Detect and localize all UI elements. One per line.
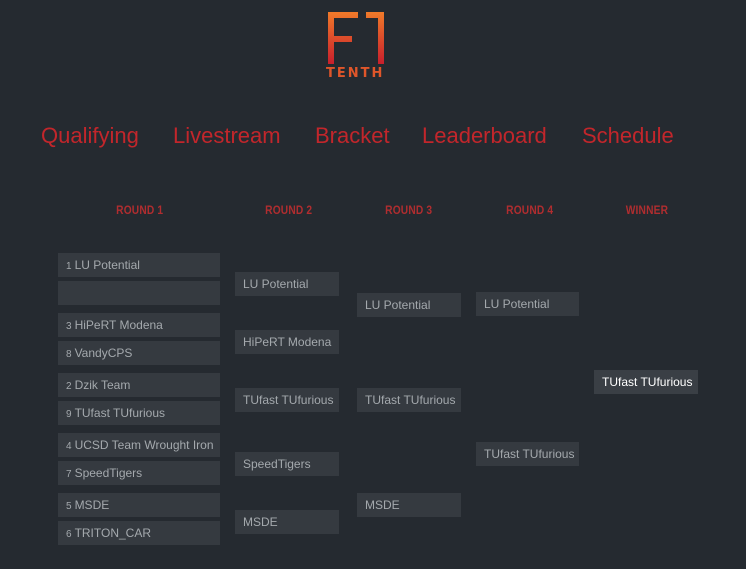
nav-schedule[interactable]: Schedule: [582, 123, 674, 149]
seed-number: 4: [66, 441, 72, 452]
winner-team[interactable]: TUfast TUfurious: [594, 370, 698, 394]
round-1-label: ROUND 1: [116, 203, 164, 217]
round1-team[interactable]: 5 MSDE: [58, 493, 220, 517]
seed-number: 8: [66, 349, 72, 360]
round1-team[interactable]: 2 Dzik Team: [58, 373, 220, 397]
team-name: VandyCPS: [74, 346, 133, 360]
team-name: TRITON_CAR: [74, 526, 152, 540]
round3-team[interactable]: TUfast TUfurious: [357, 388, 461, 412]
team-name: TUfast TUfurious: [74, 406, 166, 420]
logo-tenth-text: TENTH: [326, 66, 385, 81]
round4-team[interactable]: LU Potential: [476, 292, 579, 316]
seed-number: 5: [66, 501, 72, 512]
round4-team[interactable]: TUfast TUfurious: [476, 442, 579, 466]
round2-team[interactable]: MSDE: [235, 510, 339, 534]
team-name: Dzik Team: [74, 378, 131, 392]
nav-leaderboard[interactable]: Leaderboard: [422, 123, 547, 149]
round-4-label: ROUND 4: [506, 203, 554, 217]
seed-number: 1: [66, 261, 72, 272]
round2-team[interactable]: HiPeRT Modena: [235, 330, 339, 354]
team-name: UCSD Team Wrought Iron: [74, 438, 214, 452]
team-name: SpeedTigers: [74, 466, 143, 480]
nav-livestream[interactable]: Livestream: [173, 123, 281, 149]
round1-team[interactable]: 9 TUfast TUfurious: [58, 401, 220, 425]
round2-team[interactable]: LU Potential: [235, 272, 339, 296]
round1-team-empty: [58, 281, 220, 305]
round2-team[interactable]: TUfast TUfurious: [235, 388, 339, 412]
round1-team[interactable]: 7 SpeedTigers: [58, 461, 220, 485]
round2-team[interactable]: SpeedTigers: [235, 452, 339, 476]
round1-team[interactable]: 3 HiPeRT Modena: [58, 313, 220, 337]
round3-team[interactable]: MSDE: [357, 493, 461, 517]
team-name: HiPeRT Modena: [74, 318, 163, 332]
team-name: MSDE: [74, 498, 110, 512]
nav-bracket[interactable]: Bracket: [315, 123, 390, 149]
team-name: LU Potential: [74, 258, 140, 272]
seed-number: 2: [66, 381, 72, 392]
nav-qualifying[interactable]: Qualifying: [41, 123, 139, 149]
round1-team[interactable]: 1 LU Potential: [58, 253, 220, 277]
round3-team[interactable]: LU Potential: [357, 293, 461, 317]
round1-team[interactable]: 4 UCSD Team Wrought Iron: [58, 433, 220, 457]
round1-team[interactable]: 6 TRITON_CAR: [58, 521, 220, 545]
winner-label: WINNER: [625, 203, 669, 217]
seed-number: 3: [66, 321, 72, 332]
seed-number: 9: [66, 409, 72, 420]
round-3-label: ROUND 3: [385, 203, 433, 217]
round-2-label: ROUND 2: [265, 203, 313, 217]
seed-number: 7: [66, 469, 72, 480]
seed-number: 6: [66, 529, 72, 540]
round1-team[interactable]: 8 VandyCPS: [58, 341, 220, 365]
